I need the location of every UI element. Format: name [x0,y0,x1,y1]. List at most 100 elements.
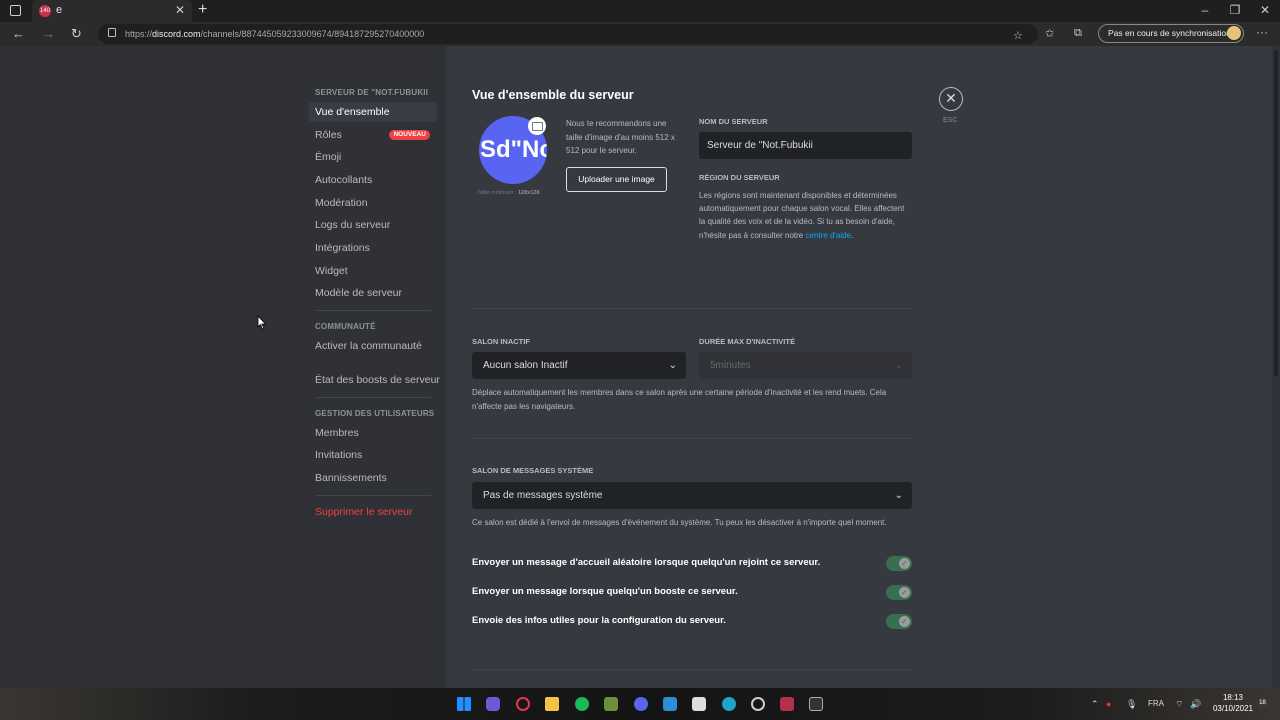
teams-chat-icon[interactable] [486,697,500,711]
wifi-icon[interactable]: ⌔ [1175,699,1183,710]
sidebar-item-label: Logs du serveur [315,219,391,231]
vscode-icon[interactable] [663,697,677,711]
maximize-icon[interactable]: ❐ [1220,0,1250,22]
inactive-timeout-select[interactable]: 5minutes ⌄ [699,352,912,379]
check-icon: ✓ [899,616,910,627]
notification-count[interactable]: 18 [1257,698,1268,709]
boost-message-toggle[interactable]: ✓ [886,585,912,600]
sidebar-item-label: État des boosts de serveur [315,374,440,386]
system-channel-select[interactable]: Pas de messages système ⌄ [472,482,912,509]
chevron-down-icon: ⌄ [894,490,903,501]
server-name-input[interactable]: Serveur de "Not.Fubukii [699,132,912,159]
window-controls: – ❐ ✕ [1190,0,1280,22]
check-icon: ✓ [899,558,910,569]
edge-icon[interactable] [722,697,736,711]
browser-toolbar: ← → ↻ https://discord.com/channels/88744… [0,22,1280,46]
winrar-icon[interactable] [780,697,794,711]
discord-favicon-icon: 140 [39,5,51,17]
tray-overflow-icon[interactable]: ⌃ [1091,699,1099,710]
help-center-link[interactable]: centre d'aide [806,231,852,240]
forward-icon[interactable]: → [42,26,55,41]
browser-tab-bar: 140 e ✕ + – ❐ ✕ [0,0,1280,22]
address-bar[interactable]: https://discord.com/channels/88744505923… [98,24,1038,44]
sidebar-item-label: Membres [315,427,359,439]
volume-icon[interactable]: 🔊 [1190,699,1201,710]
sidebar-item-label: Widget [315,265,348,277]
clock-time: 18:13 [1222,693,1244,702]
sidebar-item-widget[interactable]: Widget [309,261,437,281]
close-icon: ✕ [945,90,957,106]
url-text: https://discord.com/channels/88744505923… [125,29,425,39]
sidebar-item-enable-community[interactable]: Activer la communauté [309,336,437,356]
taskbar-clock[interactable]: 18:13 03/10/2021 [1208,692,1258,714]
add-favorite-icon[interactable]: ☆ [1013,29,1023,42]
inactive-help-text: Déplace automatiquement les membres dans… [472,388,887,411]
sidebar-item-members[interactable]: Membres [309,423,437,443]
minimize-icon[interactable]: – [1190,0,1220,22]
server-region-description: Les régions sont maintenant disponibles … [699,191,905,240]
sidebar-item-moderation[interactable]: Modération [309,193,437,213]
sidebar-item-stickers[interactable]: Autocollants [309,170,437,190]
setup-tips-toggle[interactable]: ✓ [886,614,912,629]
collections-icon[interactable]: ⧉ [1074,27,1082,40]
back-icon[interactable]: ← [12,26,25,41]
opera-gx-icon[interactable] [516,697,530,711]
inactive-channel-select[interactable]: Aucun salon Inactif ⌄ [472,352,686,379]
select-value: Aucun salon Inactif [483,360,568,371]
microphone-icon[interactable]: 🎙 [1126,699,1137,710]
section-divider [472,438,912,439]
minecraft-icon[interactable] [604,697,618,711]
select-value: Pas de messages système [483,490,603,501]
sidebar-item-label: Intégrations [315,242,370,254]
favorites-icon[interactable]: ✩ [1045,27,1054,40]
lock-icon[interactable] [108,28,116,37]
refresh-icon[interactable]: ↻ [71,26,82,42]
users-section-title: GESTION DES UTILISATEURS [315,409,435,418]
new-tab-icon[interactable]: + [198,1,207,19]
system-channel-label: SALON DE MESSAGES SYSTÈME [472,466,594,475]
sidebar-item-audit-log[interactable]: Logs du serveur [309,215,437,235]
sidebar-item-bans[interactable]: Bannissements [309,468,437,488]
terminal-icon[interactable] [809,697,823,711]
sidebar-item-overview[interactable]: Vue d'ensemble [309,102,437,122]
windows-taskbar: ⌃ ● 🎙 FRA ⌔ 🔊 18:13 03/10/2021 18 [0,688,1280,720]
section-divider [472,669,912,670]
close-settings-button[interactable]: ✕ [939,87,963,111]
clock-date: 03/10/2021 [1212,704,1254,713]
discord-icon[interactable] [634,697,648,711]
scrollbar-thumb[interactable] [1274,50,1278,376]
image-upload-icon[interactable] [528,117,546,135]
tab-title: e [56,4,63,16]
tray-app-icon[interactable]: ● [1106,699,1111,709]
sidebar-item-integrations[interactable]: Intégrations [309,238,437,258]
toggle-label: Envoyer un message lorsque quelqu'un boo… [472,586,738,597]
browser-tab[interactable]: 140 e ✕ [32,0,192,22]
chevron-down-icon: ⌄ [894,360,903,371]
sidebar-separator [315,495,431,496]
language-indicator[interactable]: FRA [1148,699,1164,708]
sidebar-item-boost-status[interactable]: État des boosts de serveur [309,370,449,390]
upload-image-button[interactable]: Uploader une image [566,167,667,192]
delete-server-button[interactable]: Supprimer le serveur [309,502,437,522]
welcome-message-toggle[interactable]: ✓ [886,556,912,571]
tab-actions-icon[interactable] [10,5,21,16]
sidebar-item-label: Invitations [315,449,363,461]
sidebar-item-emoji[interactable]: Émoji [309,147,437,167]
tab-close-icon[interactable]: ✕ [175,3,185,17]
sidebar-item-invites[interactable]: Invitations [309,445,437,465]
browser-menu-icon[interactable]: ··· [1256,25,1268,39]
sidebar-item-label: Vue d'ensemble [315,106,390,118]
system-help-text: Ce salon est dédié à l'envoi de messages… [472,518,887,527]
obs-icon[interactable] [751,697,765,711]
window-close-icon[interactable]: ✕ [1250,0,1280,22]
sync-button[interactable]: Pas en cours de synchronisation [1098,24,1244,43]
server-icon-text: Sd"No [480,136,547,163]
sidebar-item-roles[interactable]: Rôles NOUVEAU [309,125,437,145]
content-scrollbar[interactable] [1272,46,1280,688]
start-icon[interactable] [457,697,471,711]
notepad-icon[interactable] [692,697,706,711]
file-explorer-icon[interactable] [545,697,559,711]
spotify-icon[interactable] [575,697,589,711]
sidebar-item-template[interactable]: Modèle de serveur [309,283,437,303]
inactive-channel-label: SALON INACTIF [472,337,530,346]
